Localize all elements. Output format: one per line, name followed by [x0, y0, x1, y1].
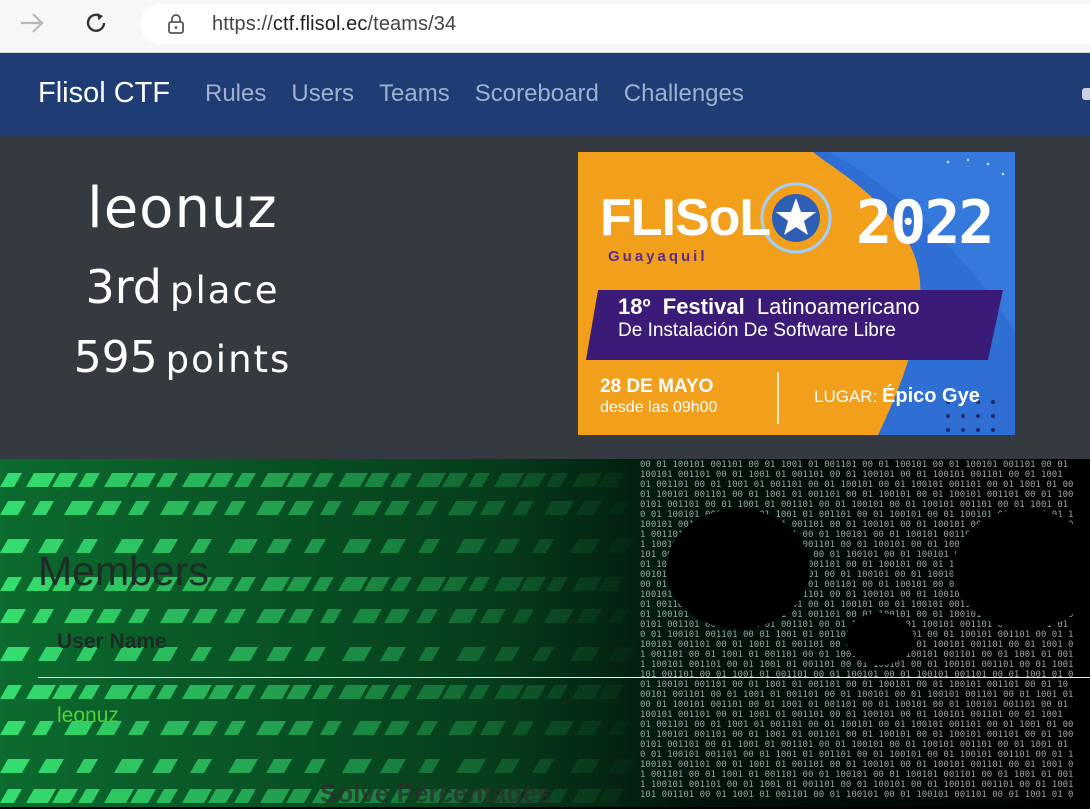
banner-edition: 18º [618, 294, 651, 319]
decor-binary-row: 100101 001101 00 01 1001 01 001101 00 01… [640, 470, 1063, 480]
team-place: 3rd place [0, 260, 365, 314]
solve-percentages-heading: Solve Percentages [320, 778, 552, 808]
banner-festival-word: Festival [662, 294, 745, 319]
banner-year: 2022 [856, 188, 994, 258]
banner-subtitle: De Instalación De Software Libre [618, 320, 896, 341]
nav-link-scoreboard[interactable]: Scoreboard [475, 80, 599, 108]
members-heading: Members [38, 548, 209, 594]
decor-binary-row: 100101 001101 00 01 1001 01 001101 00 01… [640, 710, 1063, 720]
decor-binary-row: 01 001101 00 01 1001 01 001101 00 01 100… [640, 720, 1073, 730]
decor-binary-row: 01 100101 001101 00 01 1001 01 001101 00… [640, 490, 1073, 500]
decor-binary-row: 00101 001101 00 01 1001 01 001101 00 01 … [640, 690, 1073, 700]
decor-binary-row: 1 001101 00 01 1001 01 001101 00 01 1001… [640, 770, 1073, 780]
banner-place: LUGAR: Épico Gye [814, 385, 980, 408]
banner-city: Guayaquil [608, 248, 708, 265]
nav-link-challenges[interactable]: Challenges [624, 80, 744, 108]
site-navbar: Flisol CTF Rules Users Teams Scoreboard … [0, 53, 1090, 136]
points-word: points [165, 338, 292, 381]
url-host: ctf.flisol.ec [272, 12, 368, 35]
points-number: 595 [73, 332, 158, 383]
address-bar[interactable]: https://ctf.flisol.ec/teams/34 [140, 4, 1090, 44]
url-path: /teams/34 [367, 12, 457, 35]
star-emblem-icon [760, 182, 832, 254]
decor-binary-row: 00 01 100101 001101 00 01 1001 01 001101… [640, 460, 1068, 470]
banner-date: 28 DE MAYO [600, 376, 714, 397]
back-arrow-icon[interactable] [14, 8, 50, 38]
decor-binary-row: 01 100101 001101 00 01 1001 01 001101 00… [640, 680, 1068, 690]
lock-icon [166, 13, 186, 35]
nav-links: Rules Users Teams Scoreboard Challenges [205, 80, 744, 108]
browser-toolbar: https://ctf.flisol.ec/teams/34 [0, 0, 1090, 53]
place-word: place [170, 269, 280, 312]
team-name: leonuz [87, 176, 278, 241]
nav-link-users[interactable]: Users [291, 80, 354, 108]
banner-festival-line: 18º Festival Latinoamericano [618, 294, 920, 320]
navbar-cut-off-icon[interactable] [1082, 88, 1090, 100]
banner-latino-word: Latinoamericano [756, 294, 920, 319]
decor-binary-row: 01 100101 001101 00 01 1001 01 001101 00… [640, 730, 1073, 740]
decor-binary-row: 100101 001101 00 01 1001 01 001101 00 01… [640, 760, 1073, 770]
banner-logo: FLISoL [600, 189, 771, 247]
nav-link-teams[interactable]: Teams [379, 80, 450, 108]
reload-icon[interactable] [78, 8, 114, 38]
team-points: 595 points [0, 332, 365, 383]
decor-binary-row: 101 001101 00 01 1001 01 001101 00 01 10… [640, 790, 1073, 800]
decor-binary-row: 0101 001101 00 01 1001 01 001101 00 01 1… [640, 740, 1068, 750]
flisol-banner: FLISoL Guayaquil 2022 18º Festival Latin… [578, 152, 1015, 435]
decor-binary-row: 1 100101 001101 00 01 1001 01 001101 00 … [640, 780, 1073, 790]
column-header-user-name: User Name [57, 630, 167, 653]
member-link-leonuz[interactable]: leonuz [57, 704, 119, 728]
nav-link-rules[interactable]: Rules [205, 80, 266, 108]
decor-binary-row: 1 100101 001101 00 01 1001 01 001101 00 … [640, 660, 1073, 670]
decor-binary-row: 00 01 100101 001101 00 01 1001 01 001101… [640, 700, 1068, 710]
site-brand[interactable]: Flisol CTF [38, 77, 170, 110]
banner-place-value: Épico Gye [882, 385, 980, 407]
decor-binary-row: 0 01 100101 001101 00 01 1001 01 001101 … [640, 750, 1073, 760]
decor-binary-row: 01 001101 00 01 1001 01 001101 00 01 100… [640, 480, 1073, 490]
decor-binary-row: 101 001101 00 01 1001 01 001101 00 01 10… [640, 670, 1073, 680]
table-divider [38, 677, 1090, 678]
url-prefix: https:// [212, 12, 273, 35]
banner-place-label: LUGAR: [814, 387, 878, 406]
banner-time: desde las 09h00 [600, 399, 718, 416]
url-text: https://ctf.flisol.ec/teams/34 [212, 13, 456, 36]
decor-binary-row: 0101 001101 00 01 1001 01 001101 00 01 1… [640, 500, 1068, 510]
place-number: 3rd [85, 260, 163, 314]
